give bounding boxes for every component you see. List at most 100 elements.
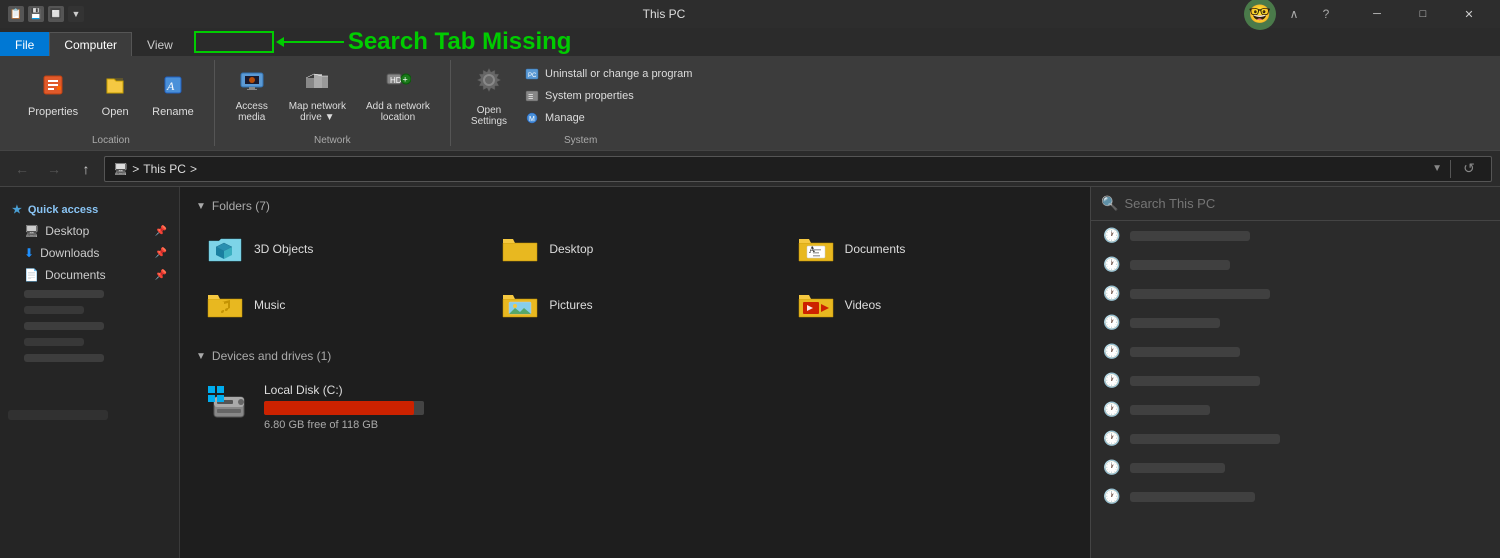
forward-btn[interactable]: → bbox=[40, 155, 68, 183]
location-buttons: Properties Open A Rename bbox=[20, 60, 202, 131]
music-icon bbox=[206, 289, 244, 321]
history-item-2[interactable]: 🕐 bbox=[1091, 250, 1500, 279]
devices-chevron[interactable]: ▼ bbox=[196, 351, 206, 362]
address-location: This PC bbox=[143, 162, 186, 176]
folder-pictures[interactable]: Pictures bbox=[491, 281, 778, 329]
sidebar-item-documents[interactable]: 📄 Documents 📌 bbox=[0, 264, 179, 286]
address-bar[interactable]: 🖥 > This PC > ▼ ↺ bbox=[104, 156, 1492, 182]
history-item-9[interactable]: 🕐 bbox=[1091, 453, 1500, 482]
open-btn[interactable]: Open bbox=[90, 69, 140, 122]
history-item-10[interactable]: 🕐 bbox=[1091, 482, 1500, 511]
history-text-10 bbox=[1130, 492, 1255, 502]
history-clock-icon-3: 🕐 bbox=[1103, 285, 1120, 302]
rename-btn[interactable]: A Rename bbox=[144, 69, 202, 122]
access-media-btn[interactable]: Accessmedia bbox=[227, 64, 277, 127]
history-item-6[interactable]: 🕐 bbox=[1091, 366, 1500, 395]
open-settings-label: OpenSettings bbox=[471, 105, 507, 127]
folder-music[interactable]: Music bbox=[196, 281, 483, 329]
history-clock-icon-6: 🕐 bbox=[1103, 372, 1120, 389]
search-tab-missing-box[interactable] bbox=[194, 31, 274, 53]
uninstall-btn[interactable]: PC Uninstall or change a program bbox=[519, 64, 698, 84]
history-clock-icon-8: 🕐 bbox=[1103, 430, 1120, 447]
videos-icon bbox=[797, 289, 835, 321]
3d-objects-name: 3D Objects bbox=[254, 242, 313, 256]
chevron-up-btn[interactable]: ∧ bbox=[1280, 0, 1308, 28]
windows-logo bbox=[208, 386, 224, 405]
folder-3d-objects[interactable]: 3D Objects bbox=[196, 225, 483, 273]
help-btn[interactable]: ? bbox=[1312, 0, 1340, 28]
tab-file[interactable]: File bbox=[0, 32, 49, 56]
desktop-label: Desktop bbox=[45, 224, 89, 238]
app-icon-3: 🔲 bbox=[48, 6, 64, 22]
device-local-disk[interactable]: Local Disk (C:) 6.80 GB free of 118 GB bbox=[196, 375, 1074, 439]
history-item-8[interactable]: 🕐 bbox=[1091, 424, 1500, 453]
history-clock-icon-9: 🕐 bbox=[1103, 459, 1120, 476]
tab-computer[interactable]: Computer bbox=[49, 32, 132, 56]
window-title: This PC bbox=[90, 7, 1238, 21]
system-props-btn[interactable]: ☰ System properties bbox=[519, 86, 698, 106]
minimize-btn[interactable]: ─ bbox=[1354, 0, 1400, 28]
properties-btn[interactable]: Properties bbox=[20, 69, 86, 122]
history-text-1 bbox=[1130, 231, 1250, 241]
properties-icon bbox=[41, 73, 65, 103]
tab-view[interactable]: View bbox=[132, 32, 188, 56]
blurred-bottom bbox=[8, 410, 108, 420]
history-item-7[interactable]: 🕐 bbox=[1091, 395, 1500, 424]
open-label: Open bbox=[102, 106, 129, 118]
system-small-buttons: PC Uninstall or change a program ☰ Syste… bbox=[519, 64, 698, 128]
search-panel: 🔍 🕐 🕐 🕐 🕐 🕐 bbox=[1090, 187, 1500, 558]
sidebar: ★ Quick access 🖥 Desktop 📌 ⬇ Downloads 📌… bbox=[0, 187, 180, 558]
maximize-btn[interactable]: □ bbox=[1400, 0, 1446, 28]
sidebar-blurred-1[interactable] bbox=[0, 286, 179, 302]
sidebar-item-downloads[interactable]: ⬇ Downloads 📌 bbox=[0, 242, 179, 264]
app-icon-1: 📋 bbox=[8, 6, 24, 22]
pictures-folder-name: Pictures bbox=[549, 298, 592, 312]
refresh-btn[interactable]: ↺ bbox=[1455, 155, 1483, 183]
history-item-3[interactable]: 🕐 bbox=[1091, 279, 1500, 308]
sidebar-item-desktop[interactable]: 🖥 Desktop 📌 bbox=[0, 220, 179, 242]
add-network-label: Add a networklocation bbox=[366, 101, 430, 123]
history-item-4[interactable]: 🕐 bbox=[1091, 308, 1500, 337]
devices-section-header: ▼ Devices and drives (1) bbox=[196, 349, 1074, 363]
svg-text:PC: PC bbox=[528, 73, 537, 79]
address-divider bbox=[1450, 160, 1451, 178]
sidebar-blurred-3[interactable] bbox=[0, 318, 179, 334]
network-group-label: Network bbox=[314, 135, 351, 146]
settings-gear-icon bbox=[473, 64, 505, 102]
sidebar-quick-access: ★ Quick access bbox=[0, 195, 179, 220]
sidebar-blurred-2[interactable] bbox=[0, 302, 179, 318]
access-media-label: Accessmedia bbox=[236, 101, 268, 123]
history-item-1[interactable]: 🕐 bbox=[1091, 221, 1500, 250]
sidebar-blurred-5[interactable] bbox=[0, 350, 179, 366]
quick-access-toolbar[interactable]: ▼ bbox=[68, 6, 84, 22]
search-input[interactable] bbox=[1124, 196, 1490, 211]
documents-icon: A bbox=[797, 233, 835, 265]
folder-videos[interactable]: Videos bbox=[787, 281, 1074, 329]
3d-objects-icon bbox=[206, 233, 244, 265]
folder-desktop[interactable]: Desktop bbox=[491, 225, 778, 273]
address-dropdown-btn[interactable]: ▼ bbox=[1432, 163, 1442, 174]
downloads-label: Downloads bbox=[40, 246, 99, 260]
properties-label: Properties bbox=[28, 106, 78, 118]
manage-btn[interactable]: M Manage bbox=[519, 108, 698, 128]
videos-folder-name: Videos bbox=[845, 298, 881, 312]
drive-space-text: 6.80 GB free of 118 GB bbox=[264, 419, 424, 431]
back-btn[interactable]: ← bbox=[8, 155, 36, 183]
sidebar-blurred-bottom[interactable] bbox=[0, 406, 179, 424]
folders-chevron[interactable]: ▼ bbox=[196, 201, 206, 212]
sidebar-blurred-4[interactable] bbox=[0, 334, 179, 350]
close-btn[interactable]: ✕ bbox=[1446, 0, 1492, 28]
drive-bar-bg bbox=[264, 401, 424, 415]
history-clock-icon-7: 🕐 bbox=[1103, 401, 1120, 418]
folder-documents[interactable]: A Documents bbox=[787, 225, 1074, 273]
ribbon-group-location: Properties Open A Rename Location bbox=[8, 60, 215, 146]
map-network-btn[interactable]: Map networkdrive ▼ bbox=[281, 64, 354, 127]
history-text-8 bbox=[1130, 434, 1280, 444]
add-network-btn[interactable]: HDD+ Add a networklocation bbox=[358, 64, 438, 127]
devices-section-label: Devices and drives (1) bbox=[212, 349, 331, 363]
up-btn[interactable]: ↑ bbox=[72, 155, 100, 183]
history-clock-icon-1: 🕐 bbox=[1103, 227, 1120, 244]
svg-text:+: + bbox=[402, 75, 407, 85]
history-item-5[interactable]: 🕐 bbox=[1091, 337, 1500, 366]
open-settings-btn[interactable]: OpenSettings bbox=[463, 60, 515, 131]
